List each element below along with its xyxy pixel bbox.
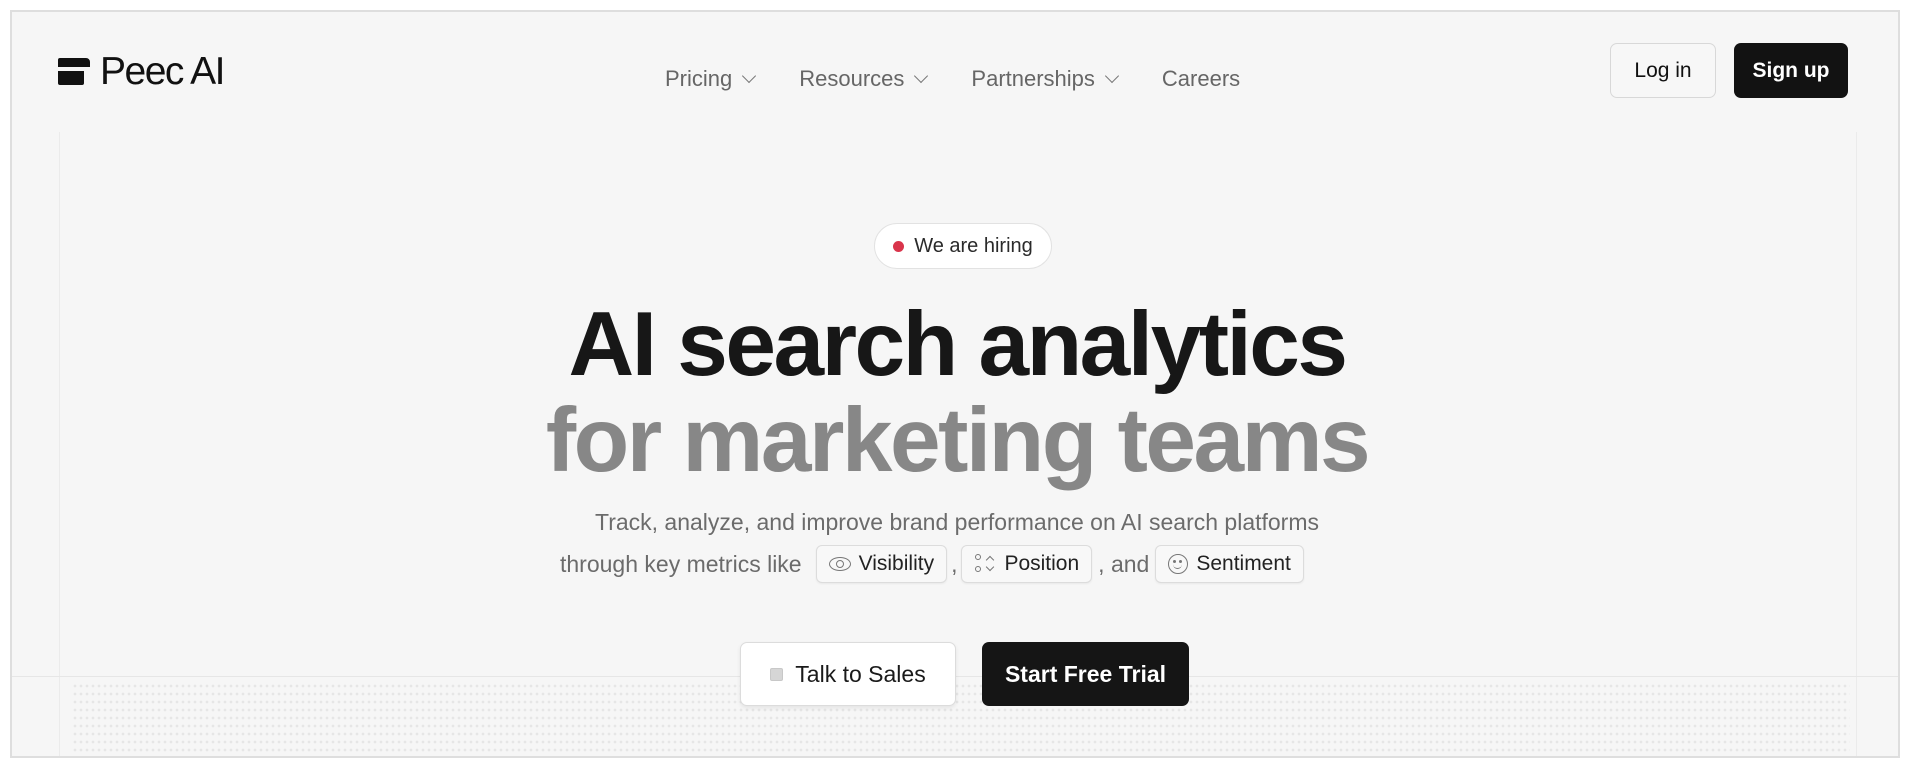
signup-button[interactable]: Sign up xyxy=(1734,43,1848,98)
nav-item-label: Partnerships xyxy=(971,66,1095,91)
metric-chip-visibility: Visibility xyxy=(815,545,948,583)
position-icon xyxy=(974,553,996,575)
separator-comma: , xyxy=(951,550,958,577)
hero-subtitle-line2: through key metrics like Visibility , Po… xyxy=(560,544,1304,584)
dot-pattern-background xyxy=(72,682,1850,756)
metric-chip-sentiment: Sentiment xyxy=(1155,545,1304,583)
brand-name: Peec AI xyxy=(100,50,225,93)
nav-item-resources[interactable]: Resources xyxy=(799,66,929,92)
subtitle-prefix: through key metrics like xyxy=(560,550,802,577)
calendar-icon xyxy=(770,667,784,681)
hero-title-line1: AI search analytics xyxy=(568,294,1348,395)
status-dot-icon xyxy=(893,240,905,252)
nav-item-pricing[interactable]: Pricing xyxy=(665,66,757,92)
metric-label: Position xyxy=(1004,552,1080,575)
nav-item-label: Pricing xyxy=(665,66,733,91)
smile-icon xyxy=(1168,554,1189,574)
nav-item-label: Careers xyxy=(1161,66,1241,91)
hiring-badge[interactable]: We are hiring xyxy=(874,223,1052,269)
login-button[interactable]: Log in xyxy=(1610,43,1716,98)
talk-to-sales-label: Talk to Sales xyxy=(795,660,926,687)
nav-item-careers[interactable]: Careers xyxy=(1162,66,1240,92)
page-frame: Peec AI Pricing Resources Partnerships C… xyxy=(10,10,1900,758)
hero-title-line2: for marketing teams xyxy=(545,390,1371,491)
nav-item-label: Resources xyxy=(799,66,905,91)
separator-and: , and xyxy=(1098,550,1150,577)
talk-to-sales-button[interactable]: Talk to Sales xyxy=(740,642,956,706)
metric-chip-position: Position xyxy=(961,545,1093,583)
metric-label: Visibility xyxy=(858,552,935,575)
main-nav: Pricing Resources Partnerships Careers xyxy=(665,66,1240,92)
metric-label: Sentiment xyxy=(1196,552,1291,575)
logo-mark-icon xyxy=(58,56,90,88)
chevron-down-icon xyxy=(914,68,929,84)
section-divider xyxy=(12,676,1898,677)
hero-subtitle-line1: Track, analyze, and improve brand perfor… xyxy=(595,509,1319,535)
nav-item-partnerships[interactable]: Partnerships xyxy=(971,66,1119,92)
brand-logo[interactable]: Peec AI xyxy=(58,50,225,93)
eye-icon xyxy=(828,557,851,571)
chevron-down-icon xyxy=(742,68,757,84)
hiring-badge-label: We are hiring xyxy=(914,234,1033,257)
start-free-trial-button[interactable]: Start Free Trial xyxy=(982,642,1189,706)
chevron-down-icon xyxy=(1104,68,1119,84)
